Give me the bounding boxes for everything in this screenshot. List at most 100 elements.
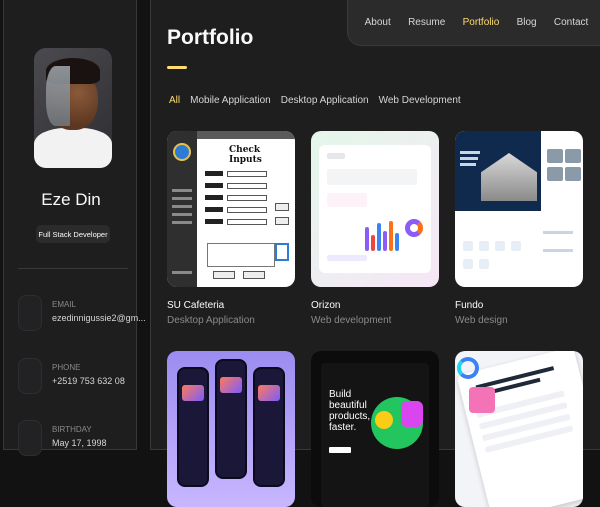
contact-email-label: EMAIL xyxy=(52,300,77,309)
feature-icon xyxy=(511,241,521,251)
phone-mockup xyxy=(253,367,285,487)
project-category: Web development xyxy=(311,315,392,326)
contact-phone-label: PHONE xyxy=(52,363,81,372)
project-title: Orizon xyxy=(311,300,341,311)
feature-icon xyxy=(479,259,489,269)
project-thumbnail[interactable] xyxy=(167,351,295,507)
project-card[interactable] xyxy=(167,351,295,507)
form-row xyxy=(205,195,275,201)
nav-contact[interactable]: Contact xyxy=(554,17,588,28)
project-thumbnail[interactable]: Build beautiful products, faster. xyxy=(311,351,439,507)
cancel-button xyxy=(275,217,289,225)
hero-text-line xyxy=(460,157,478,160)
dashboard-bar xyxy=(389,221,393,251)
filter-desktop-application[interactable]: Desktop Application xyxy=(281,95,369,106)
dashboard-bar xyxy=(365,227,369,251)
dashboard-chip xyxy=(327,255,367,261)
form-row xyxy=(205,183,275,189)
phone-icon xyxy=(18,358,42,394)
nav-blog[interactable]: Blog xyxy=(517,17,537,28)
update-button xyxy=(213,271,235,279)
feature-icon xyxy=(495,241,505,251)
landing-cta xyxy=(329,447,351,453)
search-button xyxy=(275,243,289,261)
data-table xyxy=(207,243,275,267)
hero-text-line xyxy=(460,151,480,154)
feature-icon xyxy=(463,241,473,251)
mail-icon xyxy=(18,295,42,331)
feature-icon xyxy=(479,241,489,251)
nav-portfolio[interactable]: Portfolio xyxy=(463,17,500,28)
dashboard-stats xyxy=(327,193,367,207)
project-title: SU Cafeteria xyxy=(167,300,225,311)
project-card[interactable] xyxy=(455,351,583,507)
house-photo xyxy=(565,149,581,163)
top-navbar: About Resume Portfolio Blog Contact xyxy=(347,0,600,46)
nav-about[interactable]: About xyxy=(365,17,391,28)
filter-mobile-application[interactable]: Mobile Application xyxy=(190,95,271,106)
title-underline xyxy=(167,66,187,69)
avatar xyxy=(34,48,112,168)
project-thumbnail[interactable]: Check Inputs xyxy=(167,131,295,287)
brand-logo-icon xyxy=(457,357,479,379)
app-sidebar-item xyxy=(172,221,192,224)
form-row xyxy=(205,207,275,213)
dashboard-donut xyxy=(405,219,423,237)
app-sidebar-item xyxy=(172,213,192,216)
dashboard-bar xyxy=(371,235,375,251)
filter-web-development[interactable]: Web Development xyxy=(379,95,461,106)
avatar-robot-half xyxy=(46,66,70,126)
contact-birthday-label: BIRTHDAY xyxy=(52,425,92,434)
house-photo xyxy=(547,167,563,181)
house-photo xyxy=(547,149,563,163)
project-thumbnail[interactable] xyxy=(311,131,439,287)
portfolio-panel: About Resume Portfolio Blog Contact Port… xyxy=(150,0,600,507)
hero-text-line xyxy=(460,163,476,166)
decorative-block xyxy=(469,387,495,413)
nav-resume[interactable]: Resume xyxy=(408,17,445,28)
contact-email-value[interactable]: ezedinnigussie2@gm... xyxy=(52,313,146,323)
project-category: Desktop Application xyxy=(167,315,255,326)
accept-button xyxy=(275,203,289,211)
app-form-title: Check Inputs xyxy=(229,145,262,165)
profile-role-badge: Full Stack Developer xyxy=(36,225,110,243)
project-card[interactable]: Check Inputs SU Cafeteria Desktop Applic… xyxy=(167,131,295,326)
filter-list: All Mobile Application Desktop Applicati… xyxy=(169,95,461,106)
project-card[interactable]: Fundo Web design xyxy=(455,131,583,326)
project-thumbnail[interactable] xyxy=(455,351,583,507)
dashboard-stats xyxy=(327,169,417,185)
project-card[interactable]: Orizon Web development xyxy=(311,131,439,326)
delete-button xyxy=(243,271,265,279)
app-sidebar-item xyxy=(172,189,192,192)
house-photo xyxy=(565,167,581,181)
project-category: Web design xyxy=(455,315,508,326)
dashboard-chip xyxy=(327,153,345,159)
landing-graphic xyxy=(375,411,393,429)
form-row xyxy=(205,171,275,177)
filter-all[interactable]: All xyxy=(169,95,180,106)
landing-graphic xyxy=(401,401,423,427)
form-row xyxy=(205,219,275,225)
profile-name: Eze Din xyxy=(41,190,101,209)
feature-icon xyxy=(463,259,473,269)
contact-birthday-value: May 17, 1998 xyxy=(52,438,107,448)
project-title: Fundo xyxy=(455,300,484,311)
floor-plan-line xyxy=(543,231,573,234)
phone-mockup xyxy=(177,367,209,487)
app-logo-icon xyxy=(173,143,191,161)
dashboard-bar xyxy=(383,231,387,251)
app-sidebar-item xyxy=(172,197,192,200)
avatar-shirt xyxy=(34,128,112,168)
dashboard-bar xyxy=(377,223,381,251)
landing-headline: Build beautiful products, faster. xyxy=(329,389,371,433)
app-sidebar-item xyxy=(172,271,192,274)
page-title: Portfolio xyxy=(167,26,254,49)
project-card[interactable]: Build beautiful products, faster. xyxy=(311,351,439,507)
project-thumbnail[interactable] xyxy=(455,131,583,287)
profile-sidebar: Eze Din Full Stack Developer EMAIL ezedi… xyxy=(3,0,146,456)
dashboard-bar xyxy=(395,233,399,251)
sidebar-separator xyxy=(18,268,128,269)
contact-phone-value[interactable]: +2519 753 632 08 xyxy=(52,376,125,386)
app-sidebar-item xyxy=(172,205,192,208)
dashboard-panel xyxy=(319,145,431,273)
